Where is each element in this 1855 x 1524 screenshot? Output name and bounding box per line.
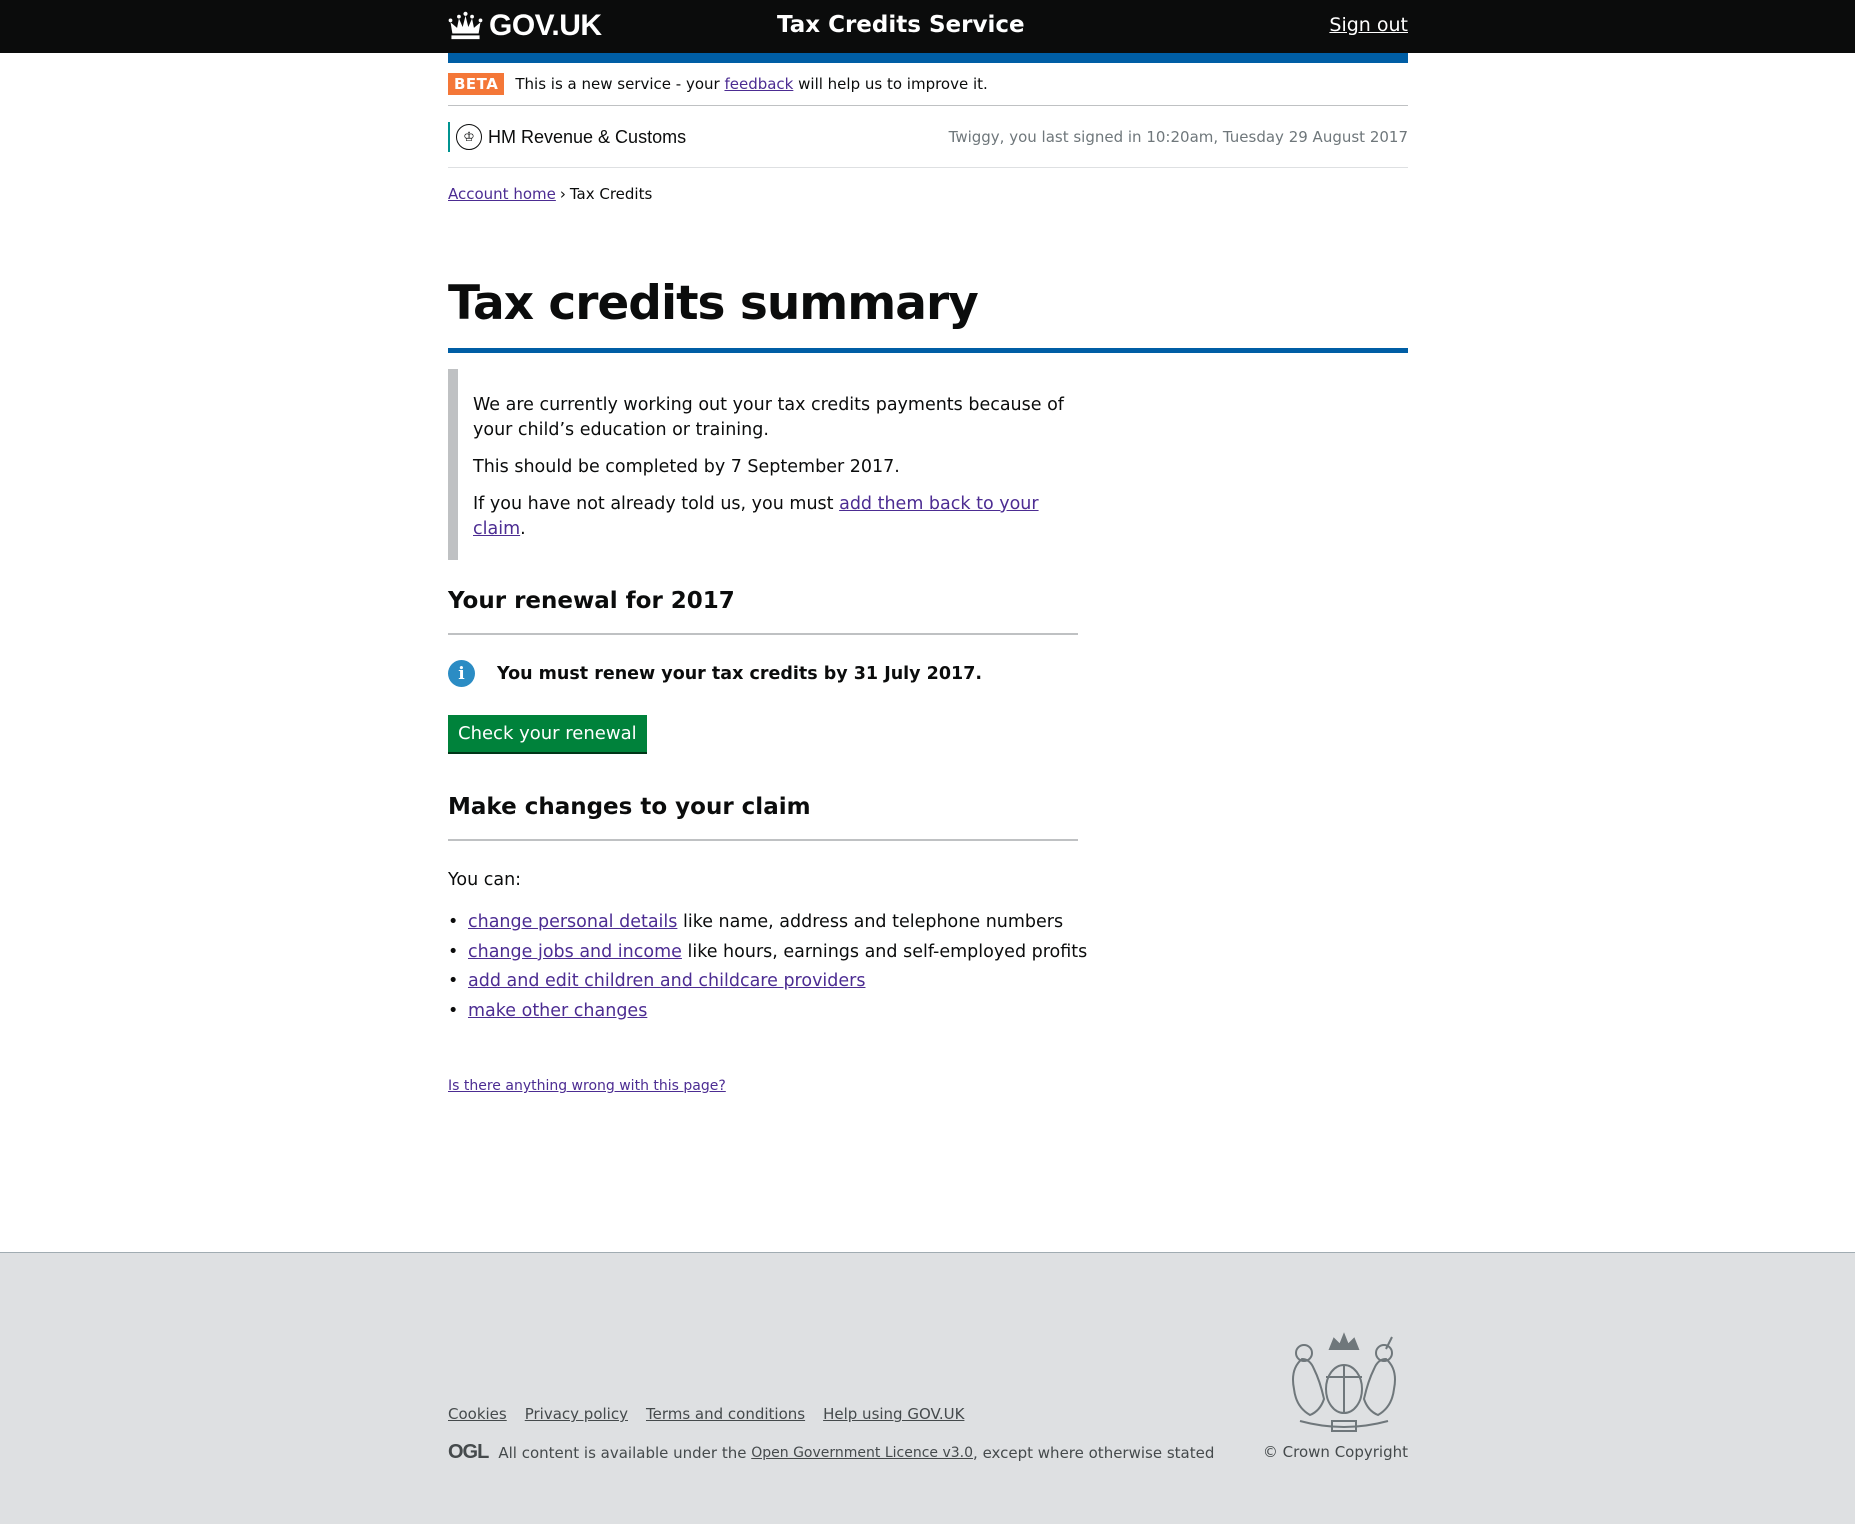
footer: Cookies Privacy policy Terms and conditi…: [0, 1252, 1855, 1524]
hmrc-crest-icon: ♔: [456, 124, 482, 150]
renewal-notice-text: You must renew your tax credits by 31 Ju…: [497, 663, 983, 684]
royal-coat-of-arms-icon: [1292, 1332, 1396, 1432]
crown-copyright: © Crown Copyright: [1262, 1443, 1408, 1461]
page-title: Tax credits summary: [448, 276, 979, 331]
feedback-link[interactable]: feedback: [724, 75, 793, 93]
footer-link-help[interactable]: Help using GOV.UK: [823, 1405, 964, 1423]
inset-text-education: We are currently working out your tax cr…: [473, 395, 1064, 440]
renewal-notice: i You must renew your tax credits by 31 …: [448, 660, 1408, 687]
report-problem-link[interactable]: Is there anything wrong with this page?: [448, 1078, 1408, 1094]
breadcrumb: Account home › Tax Credits: [448, 185, 1408, 203]
changes-divider: [448, 839, 1078, 841]
licence-notice: OGL All content is available under the O…: [448, 1441, 1214, 1464]
breadcrumb-account-home[interactable]: Account home: [448, 185, 556, 203]
info-icon: i: [448, 660, 475, 687]
check-renewal-button[interactable]: Check your renewal: [448, 715, 647, 752]
licence-text-after: , except where otherwise stated: [973, 1443, 1215, 1462]
last-signed-in: Twiggy, you last signed in 10:20am, Tues…: [948, 128, 1408, 146]
beta-banner: BETA This is a new service - your feedba…: [448, 63, 1408, 106]
list-item: make other changes: [448, 997, 1408, 1027]
footer-link-cookies[interactable]: Cookies: [448, 1405, 507, 1423]
logo-text: GOV.UK: [489, 9, 602, 42]
beta-text-before: This is a new service - your: [515, 75, 720, 93]
changes-list: change personal details like name, addre…: [448, 908, 1408, 1026]
change-personal-details-link[interactable]: change personal details: [468, 912, 677, 932]
inset-text-completion: This should be completed by 7 September …: [473, 457, 900, 477]
renewal-heading: Your renewal for 2017: [448, 588, 735, 614]
change-jobs-income-link[interactable]: change jobs and income: [468, 942, 682, 962]
list-item: change jobs and income like hours, earni…: [448, 938, 1408, 968]
breadcrumb-current: Tax Credits: [569, 185, 653, 203]
breadcrumb-separator: ›: [559, 185, 566, 203]
list-item-text: like hours, earnings and self-employed p…: [687, 941, 1088, 962]
hmrc-brand: ♔ HM Revenue & Customs: [448, 122, 686, 152]
changes-intro: You can:: [448, 870, 522, 890]
list-item-text: like name, address and telephone numbers: [682, 912, 1064, 932]
changes-heading: Make changes to your claim: [448, 794, 811, 820]
ogl-licence-link[interactable]: Open Government Licence v3.0: [751, 1445, 973, 1461]
inset-text-before-link: If you have not already told us, you mus…: [473, 494, 834, 514]
add-edit-children-link[interactable]: add and edit children and childcare prov…: [468, 971, 865, 991]
govuk-logo-link[interactable]: GOV.UK: [448, 9, 602, 43]
inset-text-after-link: .: [520, 519, 526, 539]
make-other-changes-link[interactable]: make other changes: [468, 1001, 647, 1021]
hmrc-bar: ♔ HM Revenue & Customs Twiggy, you last …: [448, 107, 1408, 168]
list-item: add and edit children and childcare prov…: [448, 967, 1408, 997]
ogl-logo-icon: OGL: [448, 1441, 489, 1463]
renewal-divider: [448, 633, 1078, 635]
global-header: GOV.UK Tax Credits Service Sign out: [0, 0, 1855, 53]
list-item: change personal details like name, addre…: [448, 908, 1408, 938]
beta-text-after: will help us to improve it.: [798, 75, 988, 93]
header-blue-bar: [448, 53, 1408, 63]
service-name-link[interactable]: Tax Credits Service: [777, 12, 1025, 38]
licence-text-before: All content is available under the: [498, 1443, 747, 1462]
footer-link-privacy[interactable]: Privacy policy: [525, 1405, 628, 1423]
sign-out-link[interactable]: Sign out: [1329, 14, 1408, 36]
footer-link-terms[interactable]: Terms and conditions: [646, 1405, 805, 1423]
beta-tag: BETA: [448, 73, 505, 95]
inset-text-instruction: If you have not already told us, you mus…: [473, 492, 1078, 542]
footer-links: Cookies Privacy policy Terms and conditi…: [448, 1405, 964, 1423]
inset-panel: We are currently working out your tax cr…: [448, 369, 1078, 560]
title-rule: [448, 348, 1408, 353]
crown-icon: [448, 11, 483, 40]
hmrc-name: HM Revenue & Customs: [488, 126, 687, 147]
